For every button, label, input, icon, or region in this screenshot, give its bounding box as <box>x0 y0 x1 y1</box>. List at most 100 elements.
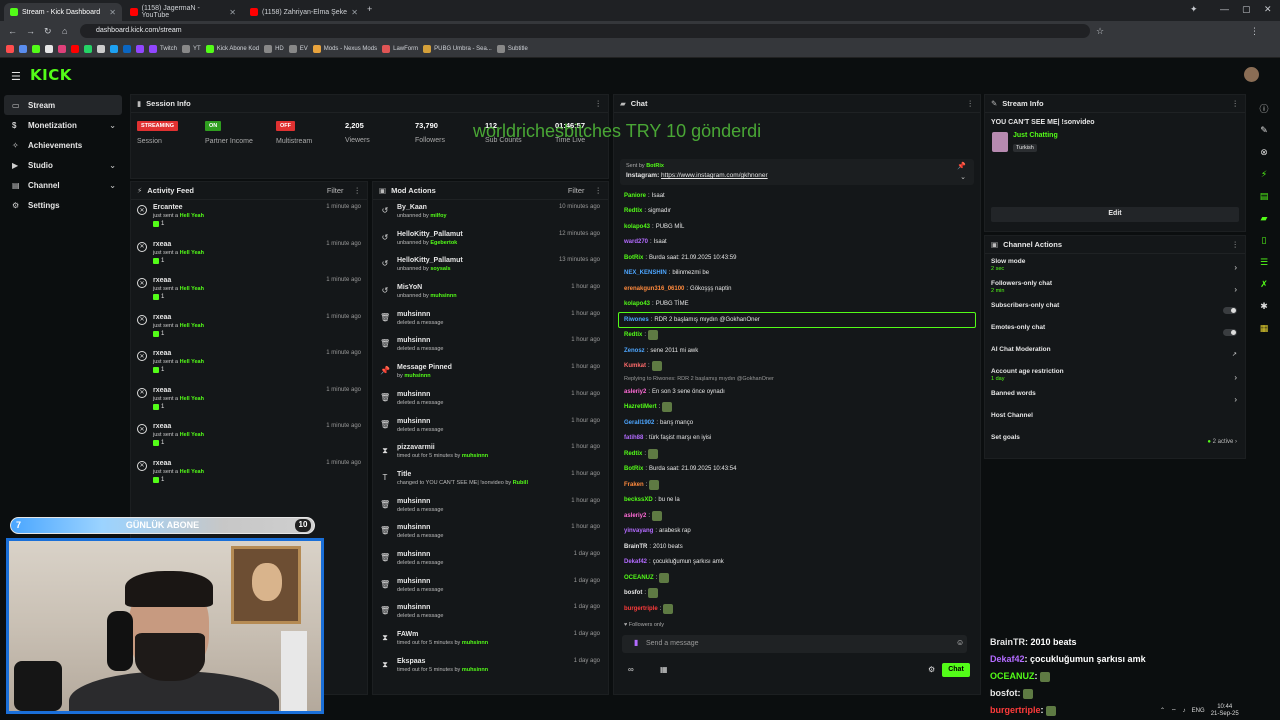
bookmark-icon[interactable] <box>58 45 66 53</box>
chat-username[interactable]: Dekaf42 <box>624 559 647 565</box>
mod-action-row[interactable]: 🗑 muhsinnn deleted a message 1 hour ago <box>373 307 608 334</box>
activity-row[interactable]: ✕ rxeaa just sent a Hell Yeah 1 1 minute ago <box>131 456 367 493</box>
chat-message[interactable]: Dekaf42: çocukluğumun şarkısı amk <box>614 555 980 571</box>
channel-action-subscribers-only-chat[interactable]: Subscribers-only chat <box>985 302 1245 324</box>
chat-message[interactable]: erenakgun316_06100: Gökoşşş naptin <box>614 281 980 297</box>
bookmark-icon[interactable] <box>6 45 14 53</box>
chat-username[interactable]: OCEANUZ <box>624 575 654 581</box>
chat-username[interactable]: kolapo43 <box>624 224 650 230</box>
activity-row[interactable]: ✕ rxeaa just sent a Hell Yeah 1 1 minute ago <box>131 273 367 310</box>
chat-username[interactable]: beckssXD <box>624 497 653 503</box>
bookmark-kick-abone[interactable]: Kick Abone Kod <box>205 45 259 53</box>
channel-action-account-age-restriction[interactable]: Account age restriction 1 day › <box>985 368 1245 390</box>
bookmark-icon[interactable] <box>71 45 79 53</box>
chat-username[interactable]: BotRix <box>624 466 643 472</box>
mod-action-row[interactable]: 📌 Message Pinned by muhsinnn 1 hour ago <box>373 360 608 387</box>
chat-message[interactable]: beckssXD: bu ne la <box>614 493 980 509</box>
reload-icon[interactable]: ↻ <box>44 26 52 37</box>
forward-icon[interactable]: → <box>26 26 35 36</box>
mic-icon[interactable]: ▮ <box>634 638 638 647</box>
close-window-icon[interactable]: ✕ <box>1264 4 1272 15</box>
mod-action-row[interactable]: ↺ MisYoN unbanned by muhsinnn 1 hour ago <box>373 280 608 307</box>
mod-action-moderator[interactable]: Egebertok <box>430 240 457 246</box>
bookmark-lawform[interactable]: LawForm <box>382 45 418 53</box>
mod-action-row[interactable]: 🗑 muhsinnn deleted a message 1 day ago <box>373 600 608 627</box>
mod-action-row[interactable]: ⧗ FAWm timed out for 5 minutes by muhsinnn… <box>373 627 608 654</box>
chat-message[interactable]: BotRix: Burda saat: 21.09.2025 10:43:54 <box>614 462 980 478</box>
channel-action-ai-chat-moderation[interactable]: AI Chat Moderation ↗ <box>985 346 1245 368</box>
mod-action-row[interactable]: 🗑 muhsinnn deleted a message 1 hour ago <box>373 387 608 414</box>
activity-row[interactable]: ✕ rxeaa just sent a Hell Yeah 1 1 minute ago <box>131 419 367 456</box>
mod-action-row[interactable]: ↺ By_Kaan unbanned by milfoy 10 minutes ago <box>373 200 608 227</box>
mod-action-row[interactable]: T Title changed to YOU CAN'T SEE ME| !sonv… <box>373 467 608 494</box>
category-label[interactable]: Just Chatting <box>1013 132 1058 139</box>
shopping-icon[interactable]: ▦ <box>1254 317 1274 339</box>
browser-tab-kick[interactable]: Stream - Kick Dashboard ✕ <box>4 3 122 21</box>
bookmark-icon[interactable] <box>97 45 105 53</box>
hamburger-menu-icon[interactable]: ☰ <box>11 70 21 83</box>
avatar[interactable] <box>1244 67 1259 82</box>
chat-message[interactable]: Gerall1902: barış manço <box>614 415 980 431</box>
mod-action-row[interactable]: 🗑 muhsinnn deleted a message 1 hour ago <box>373 333 608 360</box>
mod-action-row[interactable]: ↺ HelloKitty_Pallamut unbanned by Egeberto… <box>373 227 608 254</box>
bookmark-icon[interactable] <box>110 45 118 53</box>
chat-username[interactable]: ward270 <box>624 239 648 245</box>
home-icon[interactable]: ⌂ <box>62 26 67 36</box>
chat-message[interactable]: bosfot: <box>614 586 980 602</box>
extension-icon[interactable]: ✱ <box>1254 295 1274 317</box>
bookmark-icon[interactable] <box>32 45 40 53</box>
bookmark-icon[interactable] <box>19 45 27 53</box>
sidebar-item-achievements[interactable]: ✧ Achievements <box>0 135 126 155</box>
more-icon[interactable]: ⋮ <box>595 99 603 108</box>
mod-action-row[interactable]: 🗑 muhsinnn deleted a message 1 hour ago <box>373 520 608 547</box>
emoji-icon[interactable]: ☺ <box>956 638 964 647</box>
close-tab-icon[interactable]: ✕ <box>229 8 236 17</box>
chevron-down-icon[interactable]: ⌄ <box>960 173 966 181</box>
bookmark-star-icon[interactable]: ☆ <box>1096 26 1104 37</box>
channel-action-host-channel[interactable]: Host Channel <box>985 412 1245 434</box>
chat-message[interactable]: kolapo43: PUBG TİME <box>614 297 980 313</box>
pin-icon[interactable]: 📌 <box>957 162 966 170</box>
server-icon[interactable]: ☰ <box>1254 251 1274 273</box>
chat-username[interactable]: NEX_KENSHIN <box>624 270 667 276</box>
chat-username[interactable]: asleriy2 <box>624 513 646 519</box>
chat-username[interactable]: Redtix <box>624 332 642 338</box>
chat-message[interactable]: yinvayang: arabesk rap <box>614 524 980 540</box>
kick-logo[interactable]: KICK <box>30 66 72 84</box>
mod-action-row[interactable]: 🗑 muhsinnn deleted a message 1 hour ago <box>373 494 608 521</box>
mod-action-moderator[interactable]: soysals <box>430 266 450 272</box>
calendar-icon[interactable]: ▦ <box>660 665 668 674</box>
bookmark-twitch[interactable]: Twitch <box>149 45 177 53</box>
sidebar-item-monetization[interactable]: $ Monetization ⌄ <box>0 115 126 135</box>
channel-action-banned-words[interactable]: Banned words › <box>985 390 1245 412</box>
chat-message[interactable]: Redtix: <box>614 328 980 344</box>
chat-message[interactable]: kolapo43: PUBG MİL <box>614 219 980 235</box>
filter-button[interactable]: Filter <box>327 186 344 195</box>
sidebar-item-settings[interactable]: ⚙ Settings <box>0 195 126 215</box>
sidebar-item-stream[interactable]: ▭ Stream <box>4 95 122 115</box>
chat-message[interactable]: Redtix: <box>614 446 980 462</box>
channel-action-followers-only-chat[interactable]: Followers-only chat 2 min › <box>985 280 1245 302</box>
activity-row[interactable]: ✕ rxeaa just sent a Hell Yeah 1 1 minute ago <box>131 346 367 383</box>
chat-message[interactable]: OCEANUZ: <box>614 570 980 586</box>
bookmark-yt[interactable]: YT <box>182 45 201 53</box>
gear-icon[interactable]: ⚙ <box>928 665 935 674</box>
chat-username[interactable]: Zenosz <box>624 348 645 354</box>
goals-status[interactable]: ● 2 active › <box>1207 439 1237 445</box>
more-icon[interactable]: ⋮ <box>1232 99 1240 108</box>
chat-username[interactable]: Redtix <box>624 208 642 214</box>
phone-icon[interactable]: ▯ <box>1254 229 1274 251</box>
bookmark-icon[interactable] <box>84 45 92 53</box>
chat-message[interactable]: Redtix: sigmadır <box>614 204 980 220</box>
mod-action-moderator[interactable]: milfoy <box>430 213 446 219</box>
bookmark-icon[interactable] <box>45 45 53 53</box>
pinned-message[interactable]: Sent by BotRix Instagram: https://www.in… <box>620 159 974 185</box>
activity-row[interactable]: ✕ rxeaa just sent a Hell Yeah 1 1 minute ago <box>131 310 367 347</box>
bookmark-subtitle[interactable]: Subtitle <box>496 45 528 53</box>
chevron-right-icon[interactable]: › <box>1234 395 1237 404</box>
mod-action-row[interactable]: ⧗ pizzavarmii timed out for 5 minutes by m… <box>373 440 608 467</box>
chat-username[interactable]: Redtix <box>624 451 642 457</box>
browser-tab-youtube-2[interactable]: (1158) Zahriyan-Elma Şeke ✕ <box>244 3 364 21</box>
mod-action-moderator[interactable]: muhsinnn <box>404 373 430 379</box>
close-tab-icon[interactable]: ✕ <box>109 8 116 17</box>
